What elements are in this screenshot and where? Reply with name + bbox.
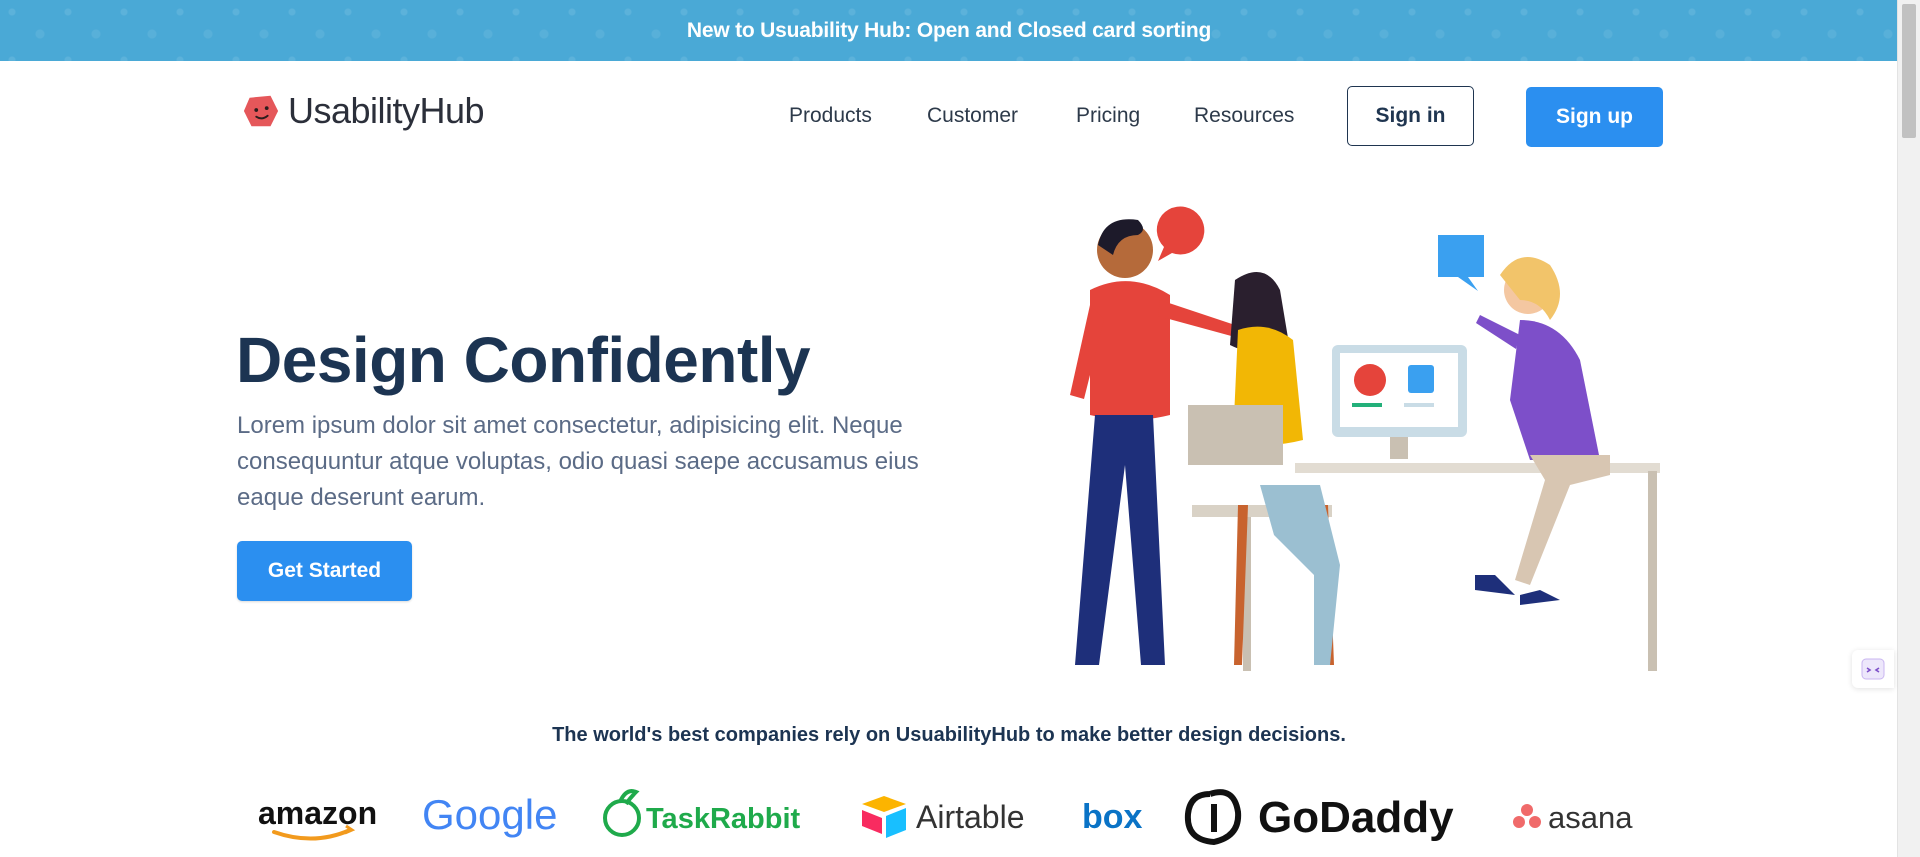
asana-logo: asana (1510, 786, 1650, 846)
company-logos: amazon Google TaskRabbit Airtable box Go… (250, 786, 1650, 846)
page-scrollbar[interactable] (1897, 0, 1920, 857)
hero-description: Lorem ipsum dolor sit amet consectetur, … (237, 412, 919, 511)
box-logo: box (1082, 786, 1152, 846)
godaddy-logo-text: GoDaddy (1258, 793, 1454, 842)
nav-resources[interactable]: Resources (1194, 104, 1294, 128)
asana-logo-text: asana (1548, 800, 1633, 835)
sign-in-button[interactable]: Sign in (1347, 86, 1474, 146)
google-logo: Google (422, 786, 562, 846)
box-logo-text: box (1082, 798, 1143, 836)
taskrabbit-logo: TaskRabbit (600, 786, 830, 846)
amazon-logo-text: amazon (258, 795, 377, 831)
nav-customer[interactable]: Customer (927, 104, 1018, 128)
nav-pricing[interactable]: Pricing (1076, 104, 1140, 128)
get-started-button[interactable]: Get Started (237, 541, 412, 601)
announcement-bar[interactable]: New to Usuability Hub: Open and Closed c… (0, 0, 1898, 61)
logo-mascot-icon (243, 95, 279, 127)
scrollbar-thumb[interactable] (1902, 4, 1916, 138)
airtable-logo-text: Airtable (916, 799, 1025, 835)
hero-illustration (1070, 206, 1660, 671)
sign-up-button[interactable]: Sign up (1526, 87, 1663, 147)
google-logo-text: Google (422, 791, 557, 838)
trusted-by-text: The world's best companies rely on Usuab… (552, 724, 1346, 746)
announcement-text[interactable]: New to Usuability Hub: Open and Closed c… (687, 19, 1211, 43)
helper-icon (1861, 658, 1885, 680)
airtable-logo: Airtable (858, 786, 1058, 846)
nav-products[interactable]: Products (789, 104, 872, 128)
taskrabbit-logo-text: TaskRabbit (646, 803, 801, 835)
amazon-logo: amazon (258, 786, 378, 846)
floating-helper-widget[interactable] (1852, 650, 1894, 688)
logo-text: UsabilityHub (288, 90, 485, 131)
site-logo[interactable]: UsabilityHub (242, 90, 485, 132)
hero-title: Design Confidently (236, 324, 811, 396)
godaddy-logo: GoDaddy (1184, 786, 1484, 846)
